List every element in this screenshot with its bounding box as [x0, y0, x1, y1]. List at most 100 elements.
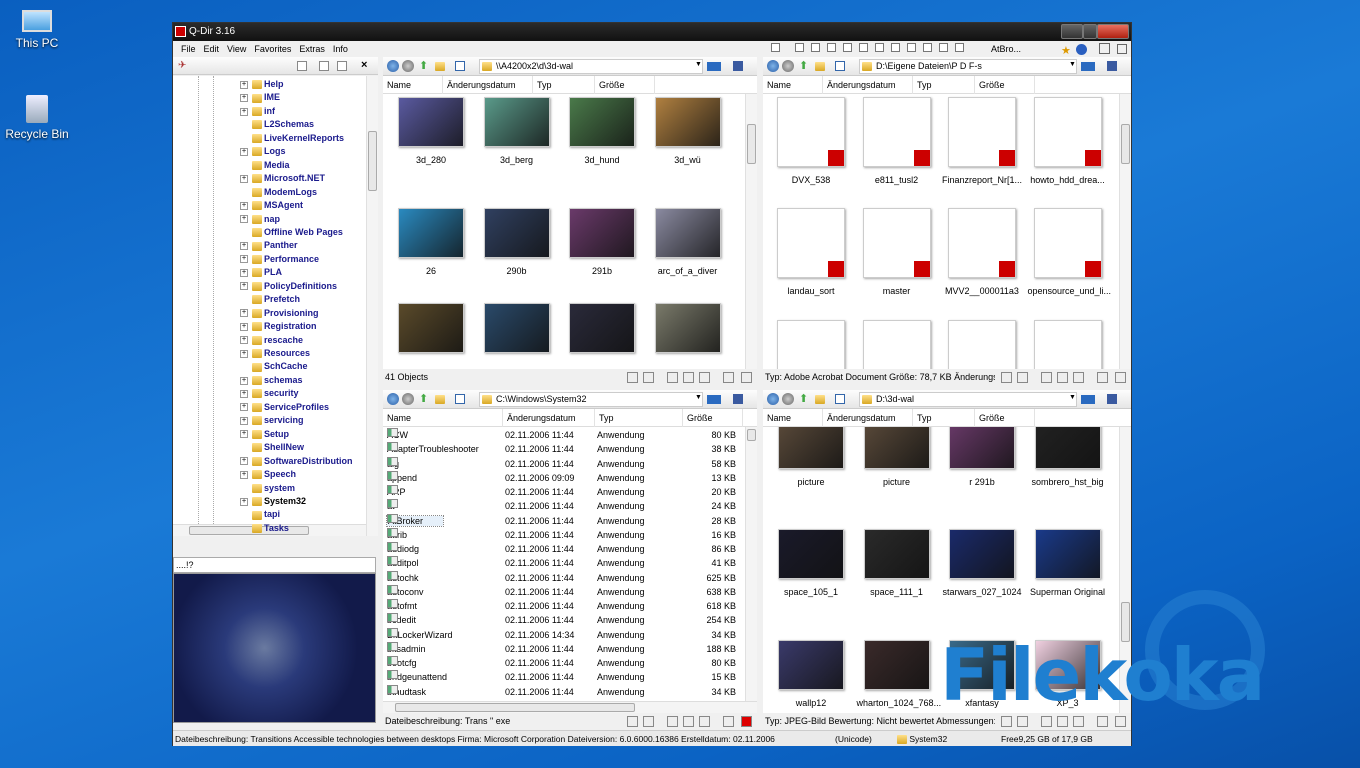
file-row[interactable]: AtBroker 02.11.2006 11:44 Anwendung 28 KB — [383, 513, 738, 528]
thumbnail-item[interactable] — [857, 320, 937, 369]
thumbnail-item[interactable]: 3d_hund — [562, 97, 642, 165]
network-icon[interactable] — [733, 394, 743, 404]
file-row[interactable]: ARP 02.11.2006 11:44 Anwendung 20 KB — [383, 485, 738, 499]
address-dropdown-icon[interactable]: ▼ — [1069, 394, 1076, 401]
layout-button-icon[interactable] — [795, 43, 804, 52]
thumbnail-item[interactable]: 26 — [391, 208, 471, 276]
column-name[interactable]: Name — [383, 409, 503, 427]
scroll-thumb[interactable] — [395, 703, 635, 712]
forward-icon[interactable] — [402, 60, 414, 72]
thumbnail-item[interactable]: r 291b — [942, 427, 1022, 487]
thumbnail-item[interactable]: space_105_1 — [771, 529, 851, 597]
tree-item[interactable]: + security — [240, 388, 299, 399]
lightning-icon[interactable] — [627, 716, 638, 727]
file-row[interactable]: alg 02.11.2006 11:44 Anwendung 58 KB — [383, 456, 738, 471]
back-icon[interactable] — [387, 393, 399, 405]
copy-icon[interactable] — [319, 61, 329, 71]
atbroker-dropdown[interactable]: AtBro... — [991, 41, 1021, 57]
column-size[interactable]: Größe — [975, 76, 1035, 94]
address-dropdown-icon[interactable]: ▼ — [695, 61, 702, 68]
grid-icon[interactable] — [297, 61, 307, 71]
back-icon[interactable] — [387, 60, 399, 72]
thumbnail-item[interactable]: opensource_und_li... — [1028, 208, 1111, 296]
thumbnail-item[interactable] — [477, 303, 557, 353]
lightning-icon[interactable] — [627, 372, 638, 383]
address-bar[interactable]: C:\Windows\System32 — [479, 392, 703, 407]
tree-item[interactable]: + servicing — [240, 415, 304, 426]
view-mode-icon[interactable] — [455, 61, 465, 71]
layout-button-icon[interactable] — [875, 43, 884, 52]
tree-item[interactable]: + Microsoft.NET — [240, 173, 325, 184]
menu-edit[interactable]: Edit — [204, 44, 220, 54]
layout-button-icon[interactable] — [827, 43, 836, 52]
monitor-icon[interactable] — [707, 395, 721, 404]
rename-icon[interactable] — [723, 372, 734, 383]
address-dropdown-icon[interactable]: ▼ — [695, 394, 702, 401]
tree-item[interactable]: ShellNew — [240, 442, 304, 453]
address-dropdown-icon[interactable]: ▼ — [1069, 61, 1076, 68]
address-bar[interactable]: \\A4200x2\d\3d-wal — [479, 59, 703, 74]
paste-icon[interactable] — [699, 372, 710, 383]
new-folder-icon[interactable] — [435, 395, 445, 404]
lightning-icon[interactable] — [1001, 372, 1012, 383]
monitor-icon[interactable] — [1081, 395, 1095, 404]
cut-icon[interactable] — [667, 716, 678, 727]
delete-icon[interactable] — [1115, 372, 1126, 383]
column-size[interactable]: Größe — [683, 409, 743, 427]
tree-item[interactable]: Tasks — [240, 523, 289, 533]
file-row[interactable]: bitsadmin 02.11.2006 11:44 Anwendung 188 KB — [383, 641, 738, 656]
thumbnail-item[interactable]: howto_hdd_drea... — [1028, 97, 1108, 185]
thumbnail-item[interactable]: wharton_1024_768... — [857, 640, 941, 708]
tree-item[interactable]: + Panther — [240, 240, 298, 251]
thumbnail-item[interactable]: MVV2__000011a3 — [942, 208, 1022, 296]
tree-item[interactable]: + IME — [240, 92, 280, 103]
layout-button-icon[interactable] — [771, 43, 780, 52]
menu-info[interactable]: Info — [333, 44, 348, 54]
close-button[interactable] — [1097, 24, 1129, 39]
tree-item[interactable]: + Provisioning — [240, 308, 319, 318]
file-row[interactable]: auditpol 02.11.2006 11:44 Anwendung 41 KB — [383, 556, 738, 570]
cut-icon[interactable] — [1041, 372, 1052, 383]
column-date[interactable]: Änderungsdatum — [823, 409, 913, 427]
tree-item[interactable]: + nap — [240, 214, 280, 224]
delete-icon[interactable] — [741, 716, 752, 727]
tree-item[interactable]: + inf — [240, 106, 275, 117]
file-row[interactable]: bootcfg 02.11.2006 11:44 Anwendung 80 KB — [383, 656, 738, 670]
thumbnail-item[interactable]: Superman Original — [1028, 529, 1108, 597]
tree-item[interactable]: + Help — [240, 79, 284, 90]
tree-item[interactable]: + Resources — [240, 348, 310, 359]
window-icon[interactable] — [1117, 44, 1127, 54]
copy-icon[interactable] — [683, 716, 694, 727]
layout-button-icon[interactable] — [939, 43, 948, 52]
column-type[interactable]: Typ — [595, 409, 683, 427]
tree-item[interactable]: + ServiceProfiles — [240, 402, 329, 412]
tree-item[interactable]: LiveKernelReports — [240, 133, 344, 143]
column-name[interactable]: Name — [763, 76, 823, 94]
file-row[interactable]: attrib 02.11.2006 11:44 Anwendung 16 KB — [383, 527, 738, 542]
thumbnail-item[interactable]: picture — [771, 427, 851, 487]
thumbnail-item[interactable] — [942, 320, 1022, 369]
tree-item[interactable]: + Speech — [240, 469, 296, 480]
file-row[interactable]: audiodg 02.11.2006 11:44 Anwendung 86 KB — [383, 542, 738, 556]
maximize-button[interactable] — [1083, 24, 1097, 39]
tree-scrollbar[interactable] — [366, 76, 378, 536]
network-icon[interactable] — [1107, 394, 1117, 404]
thumbnail-item[interactable]: picture — [857, 427, 937, 487]
thumbnail-item[interactable]: space_111_1 — [857, 529, 937, 597]
help-icon[interactable] — [1076, 44, 1087, 55]
copy-icon[interactable] — [1057, 372, 1068, 383]
menu-file[interactable]: File — [181, 44, 196, 54]
column-date[interactable]: Änderungsdatum — [823, 76, 913, 94]
menu-extras[interactable]: Extras — [299, 44, 325, 54]
refresh-icon[interactable] — [643, 372, 654, 383]
rename-icon[interactable] — [1097, 372, 1108, 383]
file-row[interactable]: autoconv 02.11.2006 11:44 Anwendung 638 KB — [383, 584, 738, 599]
thumbnail-item[interactable]: 290b — [477, 208, 557, 276]
tree-item[interactable]: + Setup — [240, 429, 289, 439]
refresh-icon[interactable] — [643, 716, 654, 727]
scroll-thumb[interactable] — [747, 124, 756, 164]
file-row[interactable]: BitLockerWizard 02.11.2006 14:34 Anwendung… — [383, 627, 738, 642]
new-folder-icon[interactable] — [815, 62, 825, 71]
tree-item[interactable]: L2Schemas — [240, 119, 314, 130]
tree-item[interactable]: Media — [240, 160, 290, 170]
